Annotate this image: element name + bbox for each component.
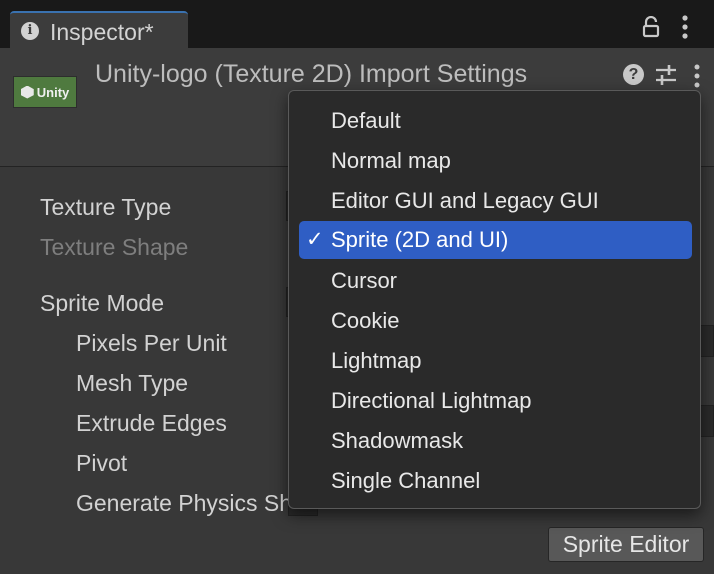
mesh-type-label: Mesh Type: [76, 370, 189, 396]
pivot-label: Pivot: [76, 450, 128, 476]
pixels-per-unit-field[interactable]: [700, 325, 714, 357]
logo-text: Unity: [36, 84, 70, 100]
import-settings-title: Unity-logo (Texture 2D) Import Settings: [95, 60, 528, 88]
menu-item-label: Editor GUI and Legacy GUI: [331, 188, 599, 213]
menu-item-label: Shadowmask: [331, 428, 464, 453]
kebab-menu-icon[interactable]: [680, 14, 690, 40]
extrude-edges-slider-field[interactable]: [700, 405, 714, 437]
menu-item-directional-lightmap[interactable]: Directional Lightmap: [299, 382, 692, 420]
tab-inspector[interactable]: i Inspector*: [10, 11, 188, 48]
texture-type-dropdown-menu: Default Normal map Editor GUI and Legacy…: [288, 90, 701, 509]
menu-item-label: Sprite (2D and UI): [331, 227, 509, 252]
menu-item-lightmap[interactable]: Lightmap: [299, 342, 692, 380]
menu-item-label: Normal map: [331, 148, 451, 173]
texture-shape-label: Texture Shape: [40, 234, 189, 260]
extrude-edges-label: Extrude Edges: [76, 410, 227, 436]
pixels-per-unit-label: Pixels Per Unit: [76, 330, 227, 356]
menu-item-cursor[interactable]: Cursor: [299, 262, 692, 300]
texture-preview-thumbnail: Unity: [13, 76, 77, 108]
menu-item-single-channel[interactable]: Single Channel: [299, 462, 692, 500]
kebab-menu-icon[interactable]: [692, 64, 702, 88]
unity-logo-icon: [20, 85, 34, 99]
menu-item-shadowmask[interactable]: Shadowmask: [299, 422, 692, 460]
menu-item-label: Lightmap: [331, 348, 422, 373]
window-tabbar: i Inspector*: [0, 0, 714, 48]
lock-icon[interactable]: [640, 16, 662, 38]
checkmark-icon: ✓: [306, 228, 324, 251]
texture-type-label: Texture Type: [40, 194, 172, 220]
info-icon: i: [21, 22, 39, 40]
menu-item-label: Directional Lightmap: [331, 388, 532, 413]
menu-item-cookie[interactable]: Cookie: [299, 302, 692, 340]
tab-title: Inspector*: [50, 19, 154, 45]
menu-item-editor-gui[interactable]: Editor GUI and Legacy GUI: [299, 182, 692, 220]
sprite-editor-button[interactable]: Sprite Editor: [548, 527, 704, 562]
menu-item-label: Cookie: [331, 308, 400, 333]
menu-item-normal-map[interactable]: Normal map: [299, 142, 692, 180]
menu-item-sprite[interactable]: ✓ Sprite (2D and UI): [299, 221, 692, 259]
sprite-mode-label: Sprite Mode: [40, 290, 165, 316]
menu-item-label: Single Channel: [331, 468, 481, 493]
presets-sliders-icon[interactable]: [654, 64, 678, 86]
menu-item-label: Cursor: [331, 268, 398, 293]
menu-item-label: Default: [331, 108, 401, 133]
menu-item-default[interactable]: Default: [299, 102, 692, 140]
generate-physics-shape-label: Generate Physics Shape: [76, 490, 301, 516]
help-icon[interactable]: ?: [623, 64, 644, 85]
